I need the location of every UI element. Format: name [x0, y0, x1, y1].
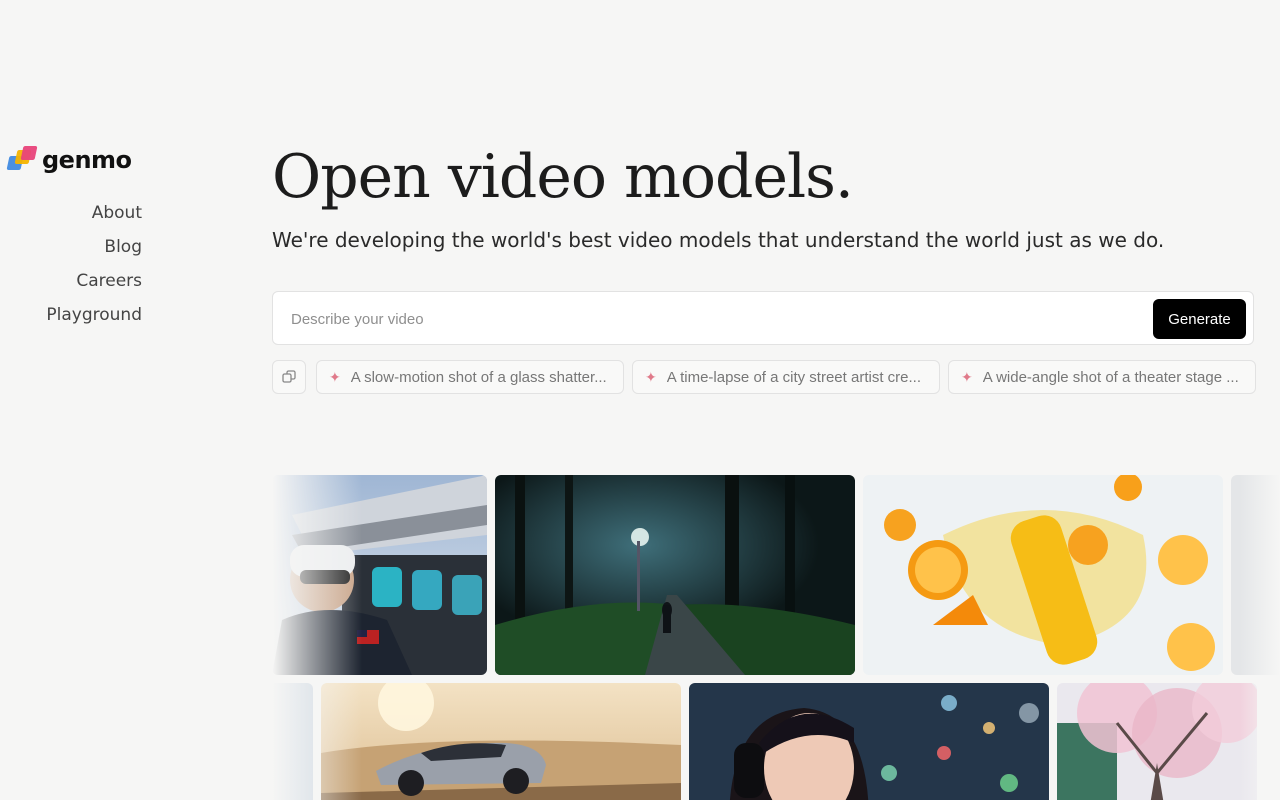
suggestion-chip-3[interactable]: ✦ A wide-angle shot of a theater stage .…	[948, 360, 1256, 394]
gallery-tile-pilot[interactable]	[272, 475, 487, 675]
shuffle-button[interactable]	[272, 360, 306, 394]
nav-about[interactable]: About	[46, 202, 142, 224]
hero-title: Open video models.	[272, 142, 854, 212]
gallery-tile-blossom[interactable]	[1057, 683, 1257, 800]
forest-thumbnail	[495, 475, 855, 675]
generate-button[interactable]: Generate	[1153, 299, 1246, 339]
shuffle-icon	[282, 370, 296, 383]
video-gallery	[272, 475, 1280, 800]
genmo-logo[interactable]: genmo	[6, 144, 132, 176]
sparkle-icon: ✦	[329, 368, 341, 385]
sidebar: genmo About Blog Careers Playground	[0, 0, 160, 800]
main-nav: About Blog Careers Playground	[46, 202, 142, 338]
genmo-logo-icon	[6, 144, 38, 176]
suggestion-text: A wide-angle shot of a theater stage ...	[982, 368, 1239, 386]
suggestion-chips: ✦ A slow-motion shot of a glass shatter.…	[272, 360, 1256, 394]
gallery-tile-forest[interactable]	[495, 475, 855, 675]
blossom-thumbnail	[1057, 683, 1257, 800]
gallery-tile-headphones[interactable]	[689, 683, 1049, 800]
headphones-thumbnail	[689, 683, 1049, 800]
nav-playground[interactable]: Playground	[46, 304, 142, 326]
gallery-tile-car[interactable]	[321, 683, 681, 800]
nav-careers[interactable]: Careers	[46, 270, 142, 292]
pilot-thumbnail	[272, 475, 487, 675]
gallery-tile-orange[interactable]	[863, 475, 1223, 675]
suggestion-chip-2[interactable]: ✦ A time-lapse of a city street artist c…	[632, 360, 940, 394]
gallery-tile-partial-left[interactable]	[272, 683, 313, 800]
suggestion-text: A time-lapse of a city street artist cre…	[666, 368, 921, 386]
hero-subtitle: We're developing the world's best video …	[272, 228, 1165, 252]
sparkle-icon: ✦	[645, 368, 657, 385]
suggestion-chip-1[interactable]: ✦ A slow-motion shot of a glass shatter.…	[316, 360, 624, 394]
orange-juice-thumbnail	[863, 475, 1223, 675]
suggestion-text: A slow-motion shot of a glass shatter...	[350, 368, 607, 386]
prompt-input[interactable]	[289, 306, 1113, 332]
gallery-tile-partial[interactable]	[1231, 475, 1280, 675]
sports-car-thumbnail	[321, 683, 681, 800]
nav-blog[interactable]: Blog	[46, 236, 142, 258]
brand-name: genmo	[42, 146, 132, 174]
prompt-box: Generate	[272, 291, 1254, 345]
sparkle-icon: ✦	[961, 368, 973, 385]
